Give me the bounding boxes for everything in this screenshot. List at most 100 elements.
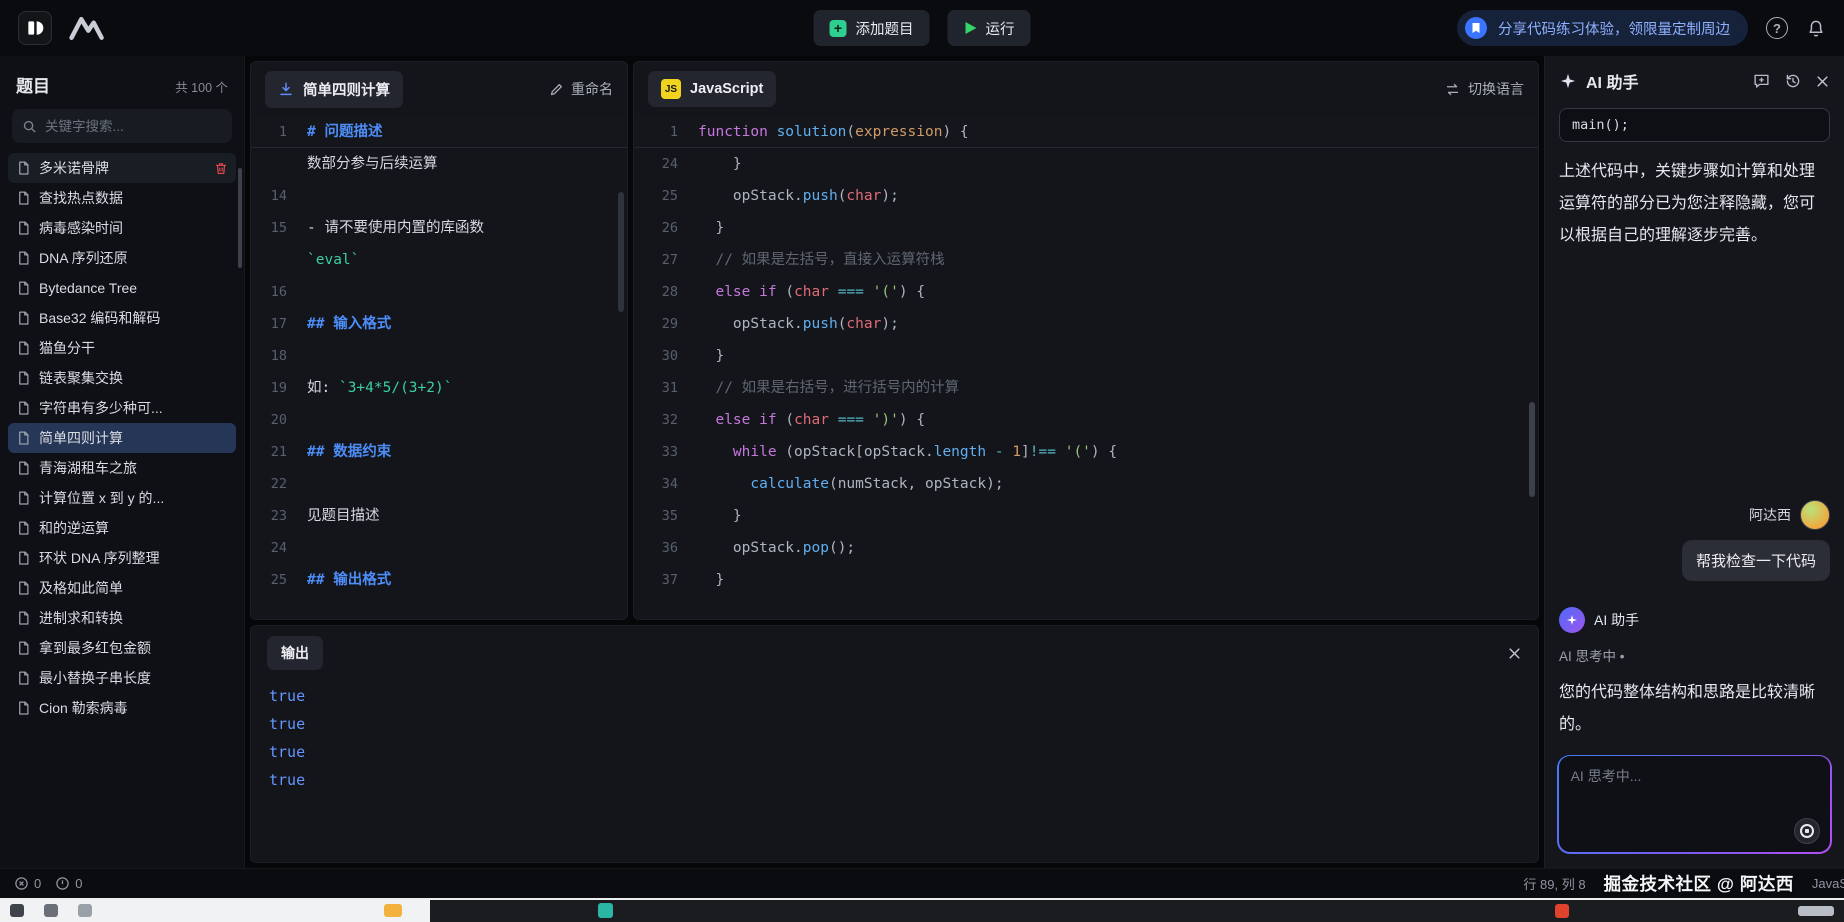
sidebar-item-label: Cion 勒索病毒 — [39, 698, 228, 718]
code-line: 23见题目描述 — [251, 500, 627, 532]
sidebar-item[interactable]: 链表聚集交换 — [8, 363, 236, 393]
rename-label: 重命名 — [571, 79, 613, 99]
sidebar-item[interactable]: 猫鱼分干 — [8, 333, 236, 363]
line-number: 31 — [634, 372, 698, 404]
sidebar-item-label: 环状 DNA 序列整理 — [39, 548, 228, 568]
send-stop-button[interactable] — [1794, 818, 1820, 844]
sidebar-item[interactable]: 多米诺骨牌 — [8, 153, 236, 183]
sidebar-item-label: 多米诺骨牌 — [39, 158, 206, 178]
user-message-header: 阿达西 — [1559, 500, 1830, 530]
editor-panel-header: JS JavaScript 切换语言 — [634, 62, 1538, 116]
search-box[interactable] — [12, 109, 232, 143]
switch-language-label: 切换语言 — [1468, 79, 1524, 99]
sidebar-item[interactable]: Bytedance Tree — [8, 273, 236, 303]
help-icon[interactable]: ? — [1766, 17, 1788, 39]
code-line: 14 — [251, 180, 627, 212]
taskbar-icon[interactable] — [598, 903, 613, 918]
sidebar-item-label: 和的逆运算 — [39, 518, 228, 538]
main-area: 简单四则计算 重命名 1# 问题描述数部分参与后续运算1415- 请不要使用内置… — [245, 56, 1544, 868]
ai-code-snippet: main(); — [1559, 108, 1830, 142]
sidebar-item[interactable]: 字符串有多少种可... — [8, 393, 236, 423]
banner-text: 分享代码练习体验，领限量定制周边 — [1498, 18, 1730, 39]
sidebar-item[interactable]: 和的逆运算 — [8, 513, 236, 543]
sidebar-item-label: 病毒感染时间 — [39, 218, 228, 238]
rename-button[interactable]: 重命名 — [549, 79, 613, 99]
sidebar-item[interactable]: 进制求和转换 — [8, 603, 236, 633]
document-icon — [16, 610, 31, 626]
document-icon — [16, 340, 31, 356]
ai-input-box — [1559, 756, 1831, 852]
output-line: true — [251, 766, 1538, 794]
code-line: 25 opStack.push(char); — [634, 180, 1538, 212]
document-icon — [16, 220, 31, 236]
editor-code[interactable]: 1function solution(expression) {24 }25 o… — [634, 116, 1538, 619]
mars-logo-icon[interactable] — [68, 14, 114, 42]
problem-title-pill[interactable]: 简单四则计算 — [265, 71, 403, 108]
taskbar-folder-icon[interactable] — [384, 904, 402, 917]
ai-input[interactable] — [1559, 756, 1831, 816]
sidebar-item[interactable]: DNA 序列还原 — [8, 243, 236, 273]
close-panel-icon[interactable] — [1815, 74, 1830, 89]
sidebar-item[interactable]: 最小替换子串长度 — [8, 663, 236, 693]
run-button[interactable]: 运行 — [948, 10, 1031, 46]
editor-scrollbar[interactable] — [1529, 402, 1535, 497]
line-number: 19 — [251, 372, 307, 404]
bell-icon[interactable] — [1806, 18, 1826, 39]
play-icon — [966, 22, 977, 34]
sidebar-item[interactable]: 环状 DNA 序列整理 — [8, 543, 236, 573]
code-line: 25## 输出格式 — [251, 564, 627, 596]
search-input[interactable] — [45, 119, 222, 134]
sidebar-item[interactable]: 计算位置 x 到 y 的... — [8, 483, 236, 513]
sidebar-item[interactable]: 拿到最多红包金额 — [8, 633, 236, 663]
language-tab[interactable]: JS JavaScript — [648, 71, 776, 107]
output-close-icon[interactable] — [1507, 646, 1522, 661]
sidebar-list: 多米诺骨牌查找热点数据病毒感染时间 DNA 序列还原Bytedance TreeB… — [0, 153, 244, 868]
document-icon — [16, 490, 31, 506]
code-line: 34 calculate(numStack, opStack); — [634, 468, 1538, 500]
sidebar-item[interactable]: Cion 勒索病毒 — [8, 693, 236, 723]
code-line: 1function solution(expression) { — [634, 116, 1538, 148]
line-number: 35 — [634, 500, 698, 532]
problem-code[interactable]: 1# 问题描述数部分参与后续运算1415- 请不要使用内置的库函数`eval`1… — [251, 116, 627, 619]
document-icon — [16, 280, 31, 296]
output-tab[interactable]: 输出 — [267, 636, 323, 670]
line-number: 22 — [251, 468, 307, 500]
trash-icon[interactable] — [214, 161, 228, 176]
sidebar-item-label: 链表聚集交换 — [39, 368, 228, 388]
add-question-button[interactable]: + 添加题目 — [814, 10, 930, 46]
line-number: 1 — [251, 116, 307, 147]
output-line: true — [251, 738, 1538, 766]
taskbar-icon[interactable] — [1555, 904, 1569, 918]
output-lines: truetruetruetrue — [251, 678, 1538, 798]
code-line: 30 } — [634, 340, 1538, 372]
line-number: 28 — [634, 276, 698, 308]
history-icon[interactable] — [1784, 72, 1802, 90]
switch-language-button[interactable]: 切换语言 — [1444, 79, 1524, 99]
sidebar-scrollbar[interactable] — [238, 168, 242, 268]
taskbar-icon[interactable] — [10, 904, 24, 917]
sidebar-item[interactable]: Base32 编码和解码 — [8, 303, 236, 333]
code-line: 27 // 如果是左括号，直接入运算符栈 — [634, 244, 1538, 276]
taskbar-icon[interactable] — [78, 904, 92, 917]
app-logo[interactable] — [18, 11, 52, 45]
sidebar-item[interactable]: 青海湖租车之旅 — [8, 453, 236, 483]
new-chat-icon[interactable] — [1752, 72, 1771, 90]
document-icon — [16, 550, 31, 566]
content-row: 题目 共 100 个 多米诺骨牌查找热点数据病毒感染时间 DNA 序列还原Byte… — [0, 56, 1844, 868]
promo-banner[interactable]: 分享代码练习体验，领限量定制周边 — [1457, 10, 1748, 46]
document-icon — [16, 640, 31, 656]
app-window: + 添加题目 运行 分享代码练习体验，领限量定制周边 ? 题目 共 — [0, 0, 1844, 922]
problem-title: 简单四则计算 — [303, 79, 390, 100]
sidebar-item-label: 猫鱼分干 — [39, 338, 228, 358]
top-panels: 简单四则计算 重命名 1# 问题描述数部分参与后续运算1415- 请不要使用内置… — [250, 61, 1539, 620]
taskbar-icon[interactable] — [44, 904, 58, 917]
sidebar-item[interactable]: 及格如此简单 — [8, 573, 236, 603]
sidebar-item[interactable]: 查找热点数据 — [8, 183, 236, 213]
code-line: 数部分参与后续运算 — [251, 148, 627, 180]
sidebar-item[interactable]: 病毒感染时间 — [8, 213, 236, 243]
sidebar-item[interactable]: 简单四则计算 — [8, 423, 236, 453]
sidebar-header: 题目 共 100 个 — [0, 56, 244, 107]
code-line: 29 opStack.push(char); — [634, 308, 1538, 340]
sidebar-item-label: 拿到最多红包金额 — [39, 638, 228, 658]
problem-scrollbar[interactable] — [618, 192, 624, 312]
